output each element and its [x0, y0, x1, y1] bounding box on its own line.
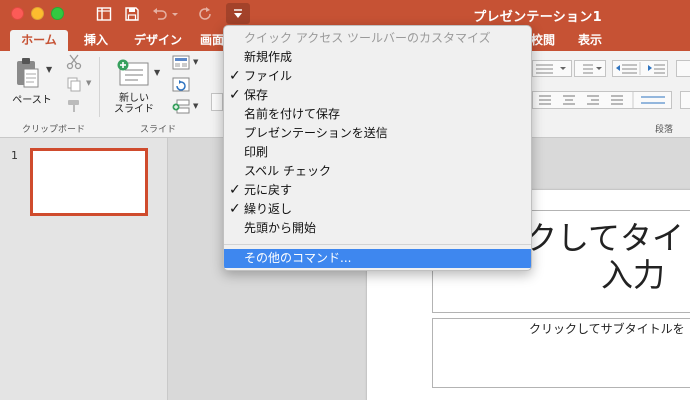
section-icon[interactable] [172, 99, 190, 119]
tab-insert[interactable]: 挿入 [76, 30, 116, 51]
menu-item-spell-check[interactable]: スペル チェック [224, 162, 531, 181]
menu-separator [224, 244, 531, 245]
menu-item-new[interactable]: 新規作成 [224, 48, 531, 67]
new-slide-label-line2: スライド [114, 104, 154, 115]
menu-item-label: 先頭から開始 [244, 221, 317, 235]
slide-thumbnail[interactable] [30, 148, 148, 216]
menu-item-file[interactable]: ✓ ファイル [224, 67, 531, 86]
cut-icon[interactable] [66, 54, 82, 74]
powerpoint-window: プレゼンテーション1 ホーム 挿入 デザイン 画面 校閲 表示 ▼ ペースト ▼… [0, 0, 690, 400]
group-paragraph-label: 段落 [655, 125, 674, 135]
line-spacing-button[interactable] [676, 60, 690, 77]
customize-qat-button[interactable] [226, 3, 250, 24]
menu-item-save-as[interactable]: 名前を付けて保存 [224, 105, 531, 124]
slide-number: 1 [11, 149, 18, 162]
indent-buttons[interactable] [612, 60, 668, 77]
menu-item-label: ファイル [244, 69, 293, 83]
tab-design[interactable]: デザイン [128, 30, 188, 51]
menu-item-label: スペル チェック [244, 164, 331, 178]
indent-icon [616, 62, 665, 75]
align-buttons[interactable] [532, 91, 672, 109]
chevron-down-icon [234, 8, 242, 18]
paste-button[interactable] [14, 57, 42, 95]
menu-item-more-commands[interactable]: その他のコマンド... [224, 249, 531, 268]
undo-dropdown-icon[interactable] [170, 4, 180, 24]
menu-item-send-presentation[interactable]: プレゼンテーションを送信 [224, 124, 531, 143]
section-dropdown-icon[interactable]: ▼ [193, 102, 198, 110]
menu-item-label: 繰り返し [244, 202, 293, 216]
new-slide-dropdown-icon[interactable]: ▼ [154, 68, 160, 77]
tab-view[interactable]: 表示 [572, 30, 608, 51]
tab-review[interactable]: 校閲 [528, 30, 558, 51]
menu-item-label: 印刷 [244, 145, 269, 159]
paste-dropdown-icon[interactable]: ▼ [46, 65, 52, 74]
menu-item-label: 元に戻す [244, 183, 293, 197]
paste-label: ペースト [12, 95, 52, 106]
menu-item-repeat[interactable]: ✓ 繰り返し [224, 200, 531, 219]
tab-home[interactable]: ホーム [10, 30, 68, 51]
minimize-window-button[interactable] [31, 7, 44, 20]
menu-item-undo[interactable]: ✓ 元に戻す [224, 181, 531, 200]
align-icon [539, 92, 665, 108]
subtitle-placeholder[interactable]: クリックしてサブタイトルを [432, 318, 690, 388]
checkmark-icon: ✓ [229, 68, 241, 84]
copy-dropdown-icon[interactable]: ▼ [86, 79, 91, 87]
maximize-window-button[interactable] [51, 7, 64, 20]
new-slide-button[interactable] [116, 59, 152, 93]
clipboard-icon [17, 58, 39, 88]
numbering-button[interactable] [574, 60, 606, 77]
save-icon[interactable] [122, 4, 142, 24]
copy-icon[interactable] [66, 76, 82, 96]
slides-pane: 1 [0, 138, 168, 400]
bullets-button[interactable] [532, 60, 572, 77]
file-browser-icon[interactable] [94, 4, 114, 24]
group-divider [99, 57, 100, 117]
format-painter-icon[interactable] [66, 98, 82, 118]
group-clipboard-label: クリップボード [22, 125, 86, 135]
reset-slide-icon[interactable] [172, 77, 190, 97]
new-slide-icon [117, 59, 149, 86]
group-slides-label: スライド [140, 125, 177, 135]
title-placeholder-text-line2: 入力 [601, 256, 666, 294]
font-box-edge[interactable] [211, 93, 223, 111]
undo-icon[interactable] [150, 4, 170, 24]
menu-item-save[interactable]: ✓ 保存 [224, 86, 531, 105]
menu-header: クイック アクセス ツールバーのカスタマイズ [244, 31, 491, 45]
redo-icon[interactable] [196, 4, 216, 24]
menu-item-label: 新規作成 [244, 50, 293, 64]
new-slide-label-line1: 新しい [119, 93, 149, 104]
subtitle-placeholder-text: クリックしてサブタイトルを [529, 322, 685, 336]
layout-dropdown-icon[interactable]: ▼ [193, 58, 198, 66]
checkmark-icon: ✓ [229, 182, 241, 198]
title-bar: プレゼンテーション1 [0, 0, 690, 28]
menu-item-start-from-beginning[interactable]: 先頭から開始 [224, 219, 531, 238]
menu-item-label: プレゼンテーションを送信 [244, 126, 388, 140]
customize-qat-menu: クイック アクセス ツールバーのカスタマイズ 新規作成 ✓ ファイル ✓ 保存 … [223, 25, 532, 271]
menu-item-label: 名前を付けて保存 [244, 107, 341, 121]
window-title: プレゼンテーション1 [473, 10, 602, 25]
close-window-button[interactable] [11, 7, 24, 20]
columns-button[interactable] [680, 91, 690, 109]
menu-item-label: 保存 [244, 88, 269, 102]
layout-icon[interactable] [172, 55, 190, 75]
checkmark-icon: ✓ [229, 87, 241, 103]
bullets-icon [536, 64, 566, 74]
checkmark-icon: ✓ [229, 201, 241, 217]
numbering-icon [583, 64, 602, 74]
menu-item-print[interactable]: 印刷 [224, 143, 531, 162]
